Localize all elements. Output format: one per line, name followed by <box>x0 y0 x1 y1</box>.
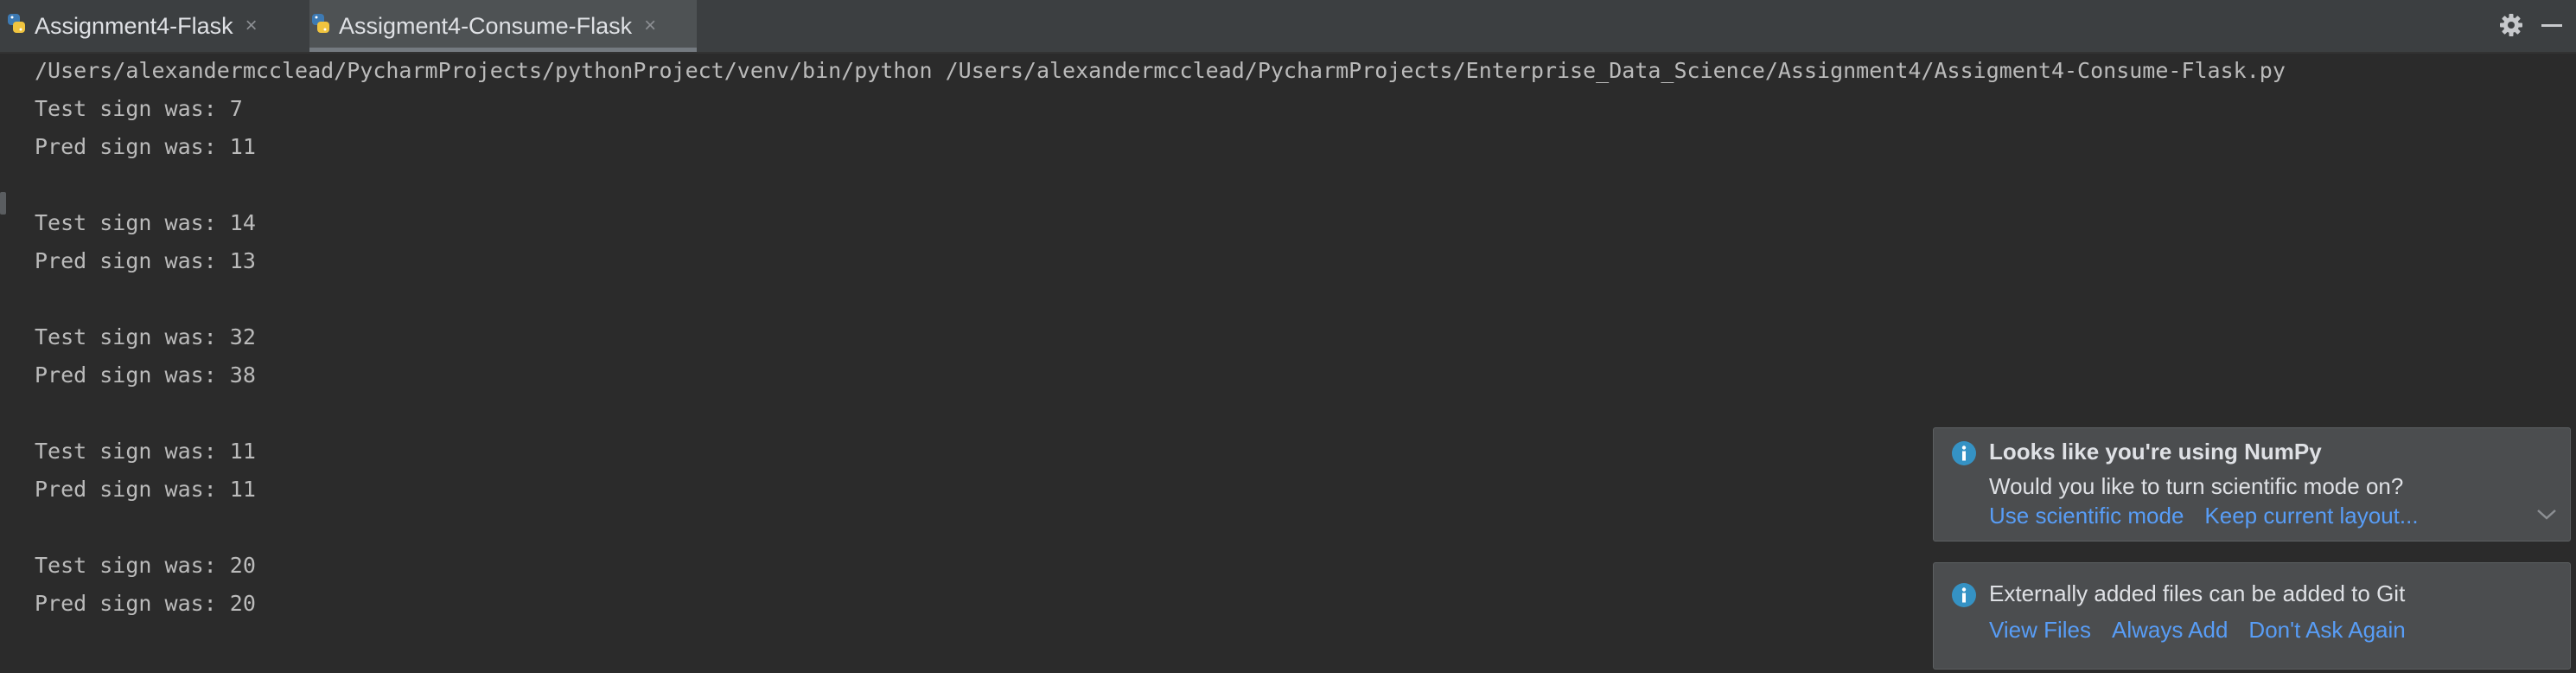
console-line: Pred sign was: 13 <box>35 248 256 273</box>
git-notification: Externally added files can be added to G… <box>1933 562 2571 670</box>
gear-icon[interactable] <box>2498 12 2524 42</box>
editor-tab-bar: Assignment4-Flask × Assigment4-Consume-F… <box>0 0 2576 54</box>
notification-message: Would you like to turn scientific mode o… <box>1989 473 2404 499</box>
console-line: Pred sign was: 11 <box>35 134 256 159</box>
console-command-line: /Users/alexandermcclead/PycharmProjects/… <box>35 58 2286 83</box>
console-line: Test sign was: 7 <box>35 96 243 121</box>
view-files-link[interactable]: View Files <box>1989 617 2091 644</box>
notification-actions: Use scientific mode Keep current layout.… <box>1989 503 2439 529</box>
console-line: Test sign was: 14 <box>35 210 256 235</box>
numpy-notification: Looks like you're using NumPy Would you … <box>1933 427 2571 542</box>
tab-label: Assignment4-Flask <box>35 12 233 39</box>
chevron-down-icon[interactable] <box>2535 508 2558 526</box>
python-file-icon <box>5 12 28 41</box>
info-icon <box>1951 440 1977 471</box>
use-scientific-mode-link[interactable]: Use scientific mode <box>1989 503 2184 529</box>
dont-ask-again-link[interactable]: Don't Ask Again <box>2248 617 2405 644</box>
tab-label: Assigment4-Consume-Flask <box>339 12 633 39</box>
notification-actions: View Files Always Add Don't Ask Again <box>1989 617 2426 644</box>
console-line: Test sign was: 32 <box>35 324 256 349</box>
python-file-icon <box>309 12 332 41</box>
notification-message: Externally added files can be added to G… <box>1989 580 2406 606</box>
info-icon <box>1951 582 1977 612</box>
close-icon[interactable]: × <box>644 14 656 38</box>
console-line: Pred sign was: 38 <box>35 362 256 388</box>
gutter-marker <box>0 192 6 215</box>
minimize-icon[interactable] <box>2541 24 2562 27</box>
notification-title: Looks like you're using NumPy <box>1989 439 2322 465</box>
close-icon[interactable]: × <box>245 14 258 38</box>
always-add-link[interactable]: Always Add <box>2112 617 2228 644</box>
tab-assignment4-flask[interactable]: Assignment4-Flask × <box>5 0 290 52</box>
tab-assigment4-consume-flask[interactable]: Assigment4-Consume-Flask × <box>309 0 697 52</box>
keep-current-layout-link[interactable]: Keep current layout... <box>2204 503 2418 529</box>
